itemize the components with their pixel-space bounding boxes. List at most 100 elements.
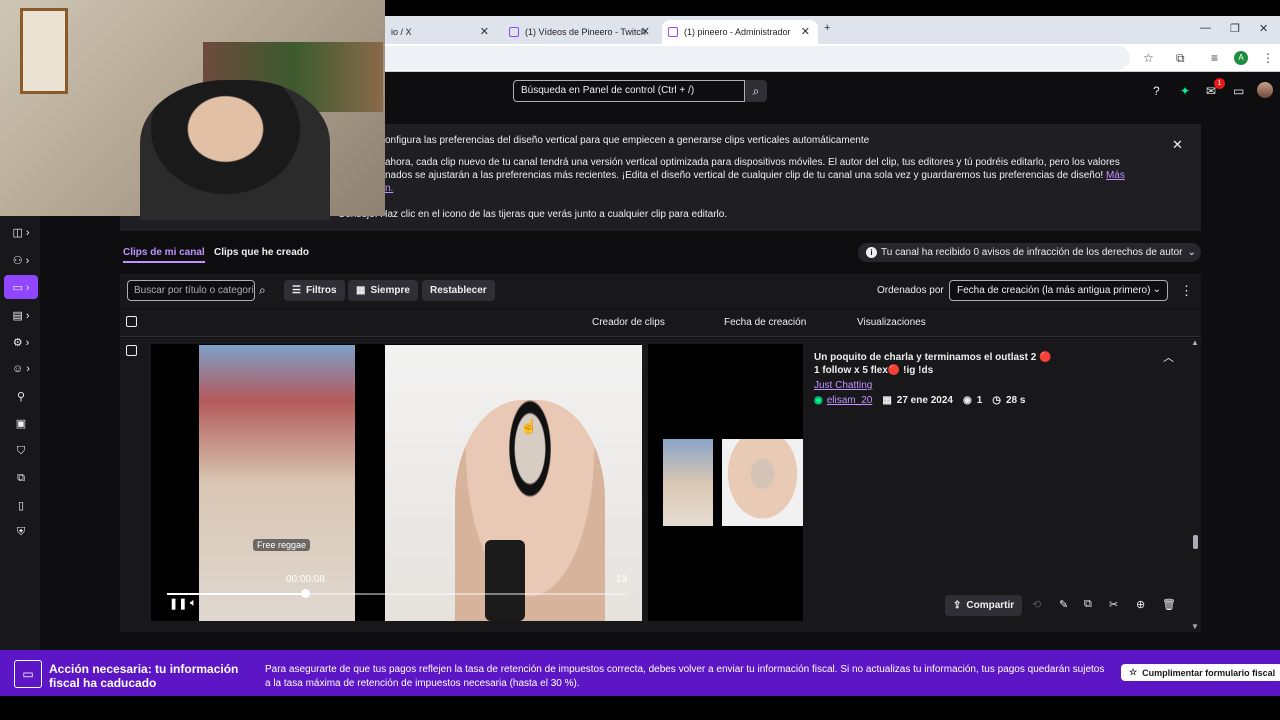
more-info-link[interactable]: Más xyxy=(1106,170,1125,181)
sort-select[interactable]: Fecha de creación (la más antigua primer… xyxy=(949,280,1168,301)
sidebar-item-content[interactable]: ▭ › xyxy=(4,275,38,299)
sidebar-item-monetization[interactable]: ▤ › xyxy=(4,303,38,327)
monetization-icon: ▤ › xyxy=(12,309,30,322)
column-date[interactable]: Fecha de creación xyxy=(724,317,806,328)
close-icon[interactable]: ✕ xyxy=(480,25,489,38)
help-icon[interactable]: ? xyxy=(1153,84,1160,98)
window-close-icon[interactable]: ✕ xyxy=(1259,22,1268,35)
banner-link-continuation[interactable]: n. xyxy=(385,183,393,194)
mouse-cursor-icon: ☝ xyxy=(520,418,538,434)
download-icon[interactable]: ⊕ xyxy=(1136,598,1145,611)
column-creator[interactable]: Creador de clips xyxy=(592,317,665,328)
eye-icon: ◉ xyxy=(962,395,972,406)
clip-search-input[interactable]: Buscar por título o categoría xyxy=(127,280,255,301)
achievement-icon: ⛉ xyxy=(16,444,26,457)
clock-icon: ◷ xyxy=(992,395,1001,406)
search-icon[interactable]: ⌕ xyxy=(259,283,266,298)
player-timestamp: 00:00:08 xyxy=(286,574,325,585)
community-icon: ⚇ › xyxy=(12,254,30,267)
scissors-icon[interactable]: ✂ xyxy=(1109,598,1118,611)
book-icon: ▯ xyxy=(17,499,25,512)
creator-avatar-icon: ◉ xyxy=(814,395,823,406)
clip-metadata: ◉ elisam_20 ▦ 27 ene 2024 ◉ 1 ◷ 28 s xyxy=(814,395,1025,406)
scrollbar-thumb[interactable] xyxy=(1193,535,1198,549)
clip-creator-link[interactable]: elisam_20 xyxy=(827,395,873,406)
restore-icon[interactable]: ❐ xyxy=(1230,22,1240,35)
alert-title: Acción necesaria: tu información fiscal … xyxy=(49,662,239,690)
vertical-preview-bottom xyxy=(722,439,803,526)
trash-icon[interactable]: 🗑︎ xyxy=(1162,598,1176,611)
chevron-up-icon[interactable]: ︿ xyxy=(1163,349,1174,365)
puzzle-icon: ⧉ xyxy=(17,471,25,484)
sidebar-item-community[interactable]: ⚇ › xyxy=(4,248,38,272)
gear-icon: ⚙ › xyxy=(12,336,30,349)
new-tab-button[interactable]: + xyxy=(824,22,830,34)
minimize-icon[interactable]: — xyxy=(1200,22,1211,34)
browser-profile-avatar[interactable]: A xyxy=(1234,51,1248,65)
clip-title[interactable]: Un poquito de charla y terminamos el out… xyxy=(814,351,1054,377)
analytics-icon: ◫ › xyxy=(12,226,30,239)
player-scrub-handle[interactable] xyxy=(300,589,310,598)
close-icon[interactable]: ✕ xyxy=(1172,137,1183,153)
tab-my-channel-clips[interactable]: Clips de mi canal xyxy=(123,247,205,263)
scrollbar[interactable] xyxy=(1190,338,1200,632)
user-avatar[interactable] xyxy=(1257,82,1273,98)
dashboard-search-input[interactable]: Búsqueda en Panel de control (Ctrl + /) xyxy=(513,80,745,102)
camera-icon: ▣ xyxy=(15,417,27,430)
vertical-edit-icon[interactable]: ⟲ xyxy=(1032,598,1041,611)
reset-button[interactable]: Restablecer xyxy=(422,280,495,301)
pencil-icon[interactable]: ✎ xyxy=(1059,598,1068,611)
extensions-icon[interactable]: ⧉ xyxy=(1176,51,1185,66)
row-checkbox[interactable] xyxy=(126,345,137,356)
chevron-down-icon: ⌄ xyxy=(1152,284,1161,295)
wall-frame xyxy=(20,8,68,94)
calendar-icon: ▦ xyxy=(882,395,892,406)
select-all-checkbox[interactable] xyxy=(126,316,137,327)
close-icon[interactable]: ✕ xyxy=(641,25,650,38)
banner-heading: onfigura las preferencias del diseño ver… xyxy=(385,135,870,146)
browser-tab-x[interactable]: io / X ✕ xyxy=(385,20,497,44)
share-button[interactable]: ⇪ Compartir xyxy=(945,595,1023,616)
sidebar-item-guide[interactable]: ▯ xyxy=(4,493,38,517)
video-microphone xyxy=(485,540,525,621)
player-progress-fill xyxy=(167,593,305,595)
scroll-up-icon[interactable]: ▲ xyxy=(1191,338,1199,347)
pause-icon[interactable]: ❚❚ xyxy=(169,597,187,610)
clip-category-link[interactable]: Just Chatting xyxy=(814,380,872,391)
media-controls-icon[interactable]: ≡ xyxy=(1211,51,1218,65)
browser-tab-twitch-videos[interactable]: (1) Vídeos de Pineero - Twitch ✕ xyxy=(503,20,658,44)
scroll-down-icon[interactable]: ▼ xyxy=(1191,622,1199,631)
more-options-icon[interactable]: ⋮ xyxy=(1180,283,1193,299)
filters-button[interactable]: ☰ Filtros xyxy=(284,280,345,301)
vertical-preview-top xyxy=(663,439,713,526)
tab-label: io / X xyxy=(391,27,412,37)
sidebar-item-emotes[interactable]: ☺ › xyxy=(4,357,38,381)
alert-body: Para asegurarte de que tus pagos refleje… xyxy=(265,664,1105,689)
bookmark-star-icon[interactable]: ☆ xyxy=(1143,51,1154,65)
sidebar-item-safety[interactable]: ⛨ xyxy=(4,520,38,544)
date-range-button[interactable]: ▦ Siempre xyxy=(348,280,418,301)
sparkle-icon[interactable]: ✦ xyxy=(1180,84,1190,98)
sidebar-item-stream[interactable]: ▣ xyxy=(4,411,38,435)
tax-form-button[interactable]: ☆ Cumplimentar formulario fiscal xyxy=(1121,664,1280,681)
sidebar-item-extensions[interactable]: ⧉ xyxy=(4,466,38,490)
tab-clips-i-created[interactable]: Clips que he creado xyxy=(214,247,309,258)
browser-tab-admin[interactable]: (1) pineero - Administrador ✕ xyxy=(662,20,818,44)
sidebar-item-analytics[interactable]: ◫ › xyxy=(4,220,38,244)
whispers-icon[interactable]: ▭ xyxy=(1233,84,1244,98)
browser-menu-icon[interactable]: ⋮ xyxy=(1262,51,1274,65)
sidebar-item-achievements[interactable]: ⛉ xyxy=(4,439,38,463)
column-views[interactable]: Visualizaciones xyxy=(857,317,926,328)
sidebar-item-settings[interactable]: ⚙ › xyxy=(4,330,38,354)
sort-label: Ordenados por xyxy=(877,285,944,296)
search-icon[interactable]: ⌕ xyxy=(745,80,767,102)
close-icon[interactable]: ✕ xyxy=(801,25,810,38)
star-icon: ☆ xyxy=(1129,667,1138,677)
player-frame-count: 19 xyxy=(616,574,628,585)
external-link-icon[interactable]: ⧉ xyxy=(1084,598,1092,611)
sidebar-item-roles[interactable]: ⚲ xyxy=(4,384,38,408)
volume-icon[interactable]: 🔈︎ xyxy=(190,597,197,610)
sliders-icon: ☰ xyxy=(292,285,301,296)
screen-bottom-bar xyxy=(0,696,1280,720)
copyright-strikes-dropdown[interactable]: i Tu canal ha recibido 0 avisos de infra… xyxy=(858,243,1201,262)
